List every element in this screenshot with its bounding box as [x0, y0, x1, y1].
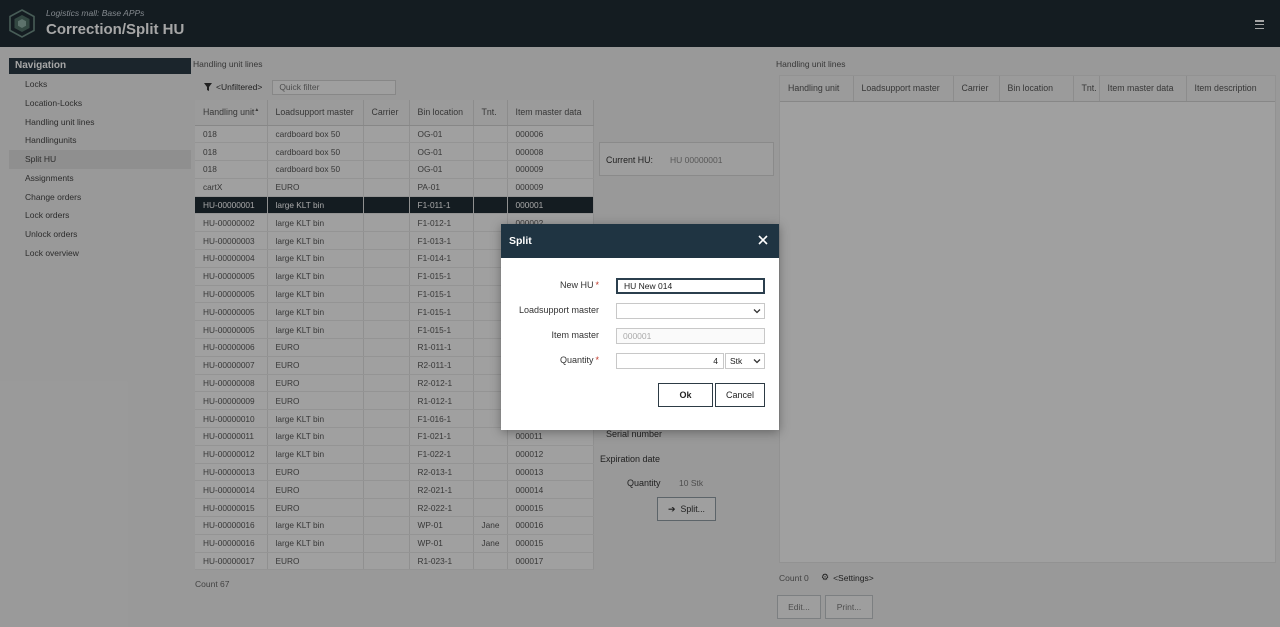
modal-quantity-label: Quantity * — [559, 355, 599, 365]
new-hu-row: New HU * — [501, 278, 779, 294]
cancel-button[interactable]: Cancel — [715, 383, 765, 407]
close-icon[interactable] — [757, 234, 769, 246]
split-dialog-title: Split — [509, 235, 532, 247]
new-hu-input[interactable] — [616, 278, 765, 294]
split-dialog: Split New HU* Loadsupport master Item ma… — [501, 224, 779, 430]
unit-select[interactable]: Stk — [725, 353, 765, 369]
new-hu-label: New HU * — [559, 280, 599, 290]
loadsupport-row: Loadsupport master — [501, 303, 779, 319]
chevron-down-icon — [753, 309, 761, 314]
ok-button[interactable]: Ok — [658, 383, 713, 407]
item-master-label: Item master — [551, 330, 599, 340]
chevron-down-icon — [753, 359, 761, 364]
item-master-input — [616, 328, 765, 344]
item-master-row: Item master — [501, 328, 779, 344]
split-dialog-header: Split — [501, 224, 779, 258]
quantity-row: Quantity * 4 Stk — [501, 353, 779, 369]
loadsupport-label: Loadsupport master — [518, 305, 599, 315]
quantity-input[interactable]: 4 — [616, 353, 724, 369]
loadsupport-select[interactable] — [616, 303, 765, 319]
